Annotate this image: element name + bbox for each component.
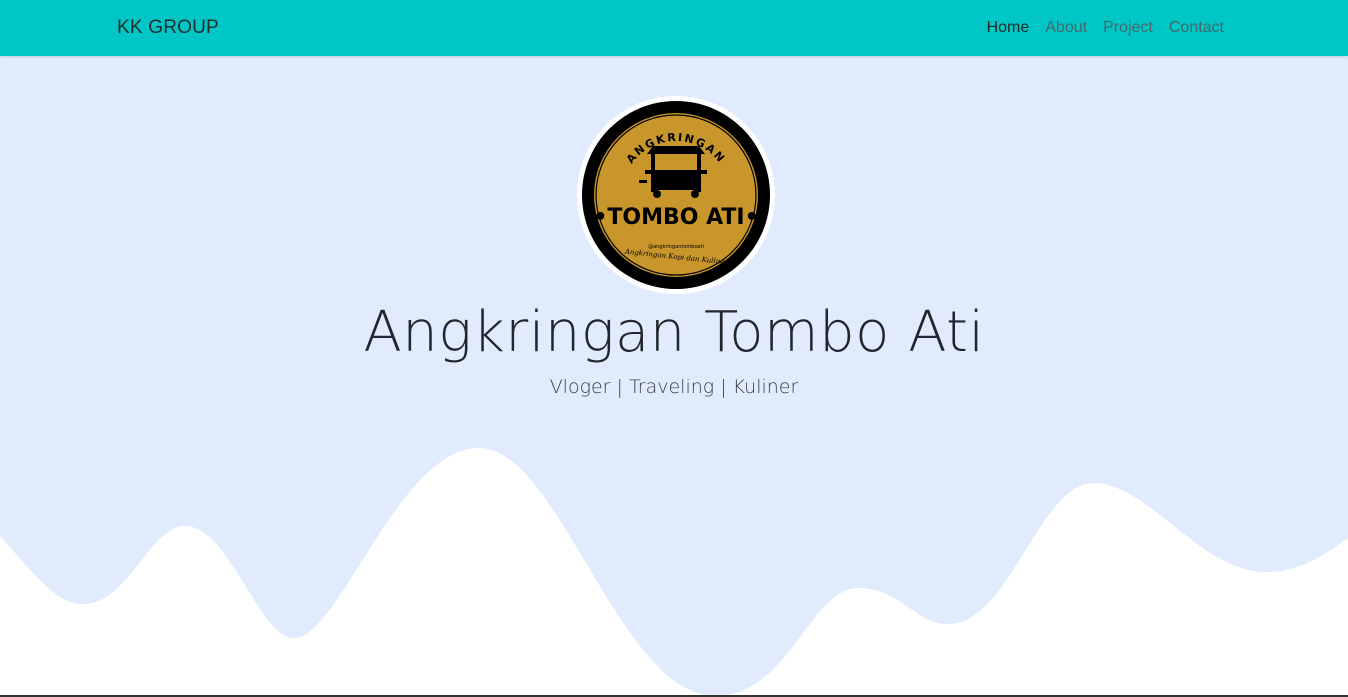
page-title: Angkringan Tombo Ati — [363, 300, 985, 365]
logo-main-text: •TOMBO ATI• — [593, 205, 758, 230]
nav-link-project[interactable]: Project — [1103, 19, 1153, 37]
top-navbar: KK GROUP Home About Project Contact — [0, 0, 1348, 56]
page-subtitle: Vloger | Traveling | Kuliner — [549, 376, 799, 398]
nav-links: Home About Project Contact — [987, 19, 1224, 37]
hero-section: ANGKRINGAN •TOMBO ATI• @angkringantomboa… — [0, 56, 1348, 697]
nav-link-contact[interactable]: Contact — [1169, 19, 1224, 37]
nav-link-home[interactable]: Home — [987, 19, 1030, 37]
brand-link[interactable]: KK GROUP — [117, 17, 219, 39]
logo-image: ANGKRINGAN •TOMBO ATI• @angkringantomboa… — [577, 96, 775, 294]
logo-handle-text: @angkringantomboati — [648, 244, 704, 250]
nav-link-about[interactable]: About — [1045, 19, 1087, 37]
